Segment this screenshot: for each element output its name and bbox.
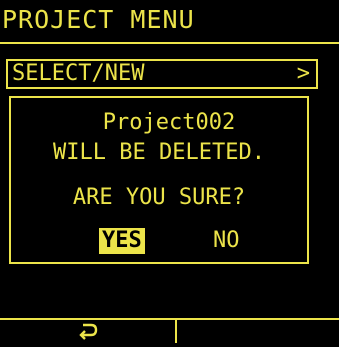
- title-bar: PROJECT MENU: [0, 0, 339, 42]
- footer-divider: [0, 318, 339, 320]
- title-divider: [0, 42, 339, 44]
- yes-button[interactable]: YES: [99, 228, 145, 254]
- no-button[interactable]: NO: [213, 228, 240, 254]
- footer-separator: [175, 318, 177, 343]
- delete-confirm-dialog: Project002 WILL BE DELETED. ARE YOU SURE…: [9, 96, 309, 264]
- chevron-right-icon: >: [296, 61, 310, 86]
- project-name: Project002: [102, 110, 236, 135]
- page-title: PROJECT MENU: [2, 5, 195, 34]
- select-new-menu-item[interactable]: SELECT/NEW >: [6, 59, 318, 89]
- lcd-screen: PROJECT MENU SELECT/NEW > Project002 WIL…: [0, 0, 339, 343]
- return-arrow-icon[interactable]: [75, 322, 101, 343]
- delete-message: WILL BE DELETED.: [53, 140, 265, 165]
- confirm-question: ARE YOU SURE?: [72, 185, 246, 210]
- menu-item-label: SELECT/NEW: [12, 61, 145, 86]
